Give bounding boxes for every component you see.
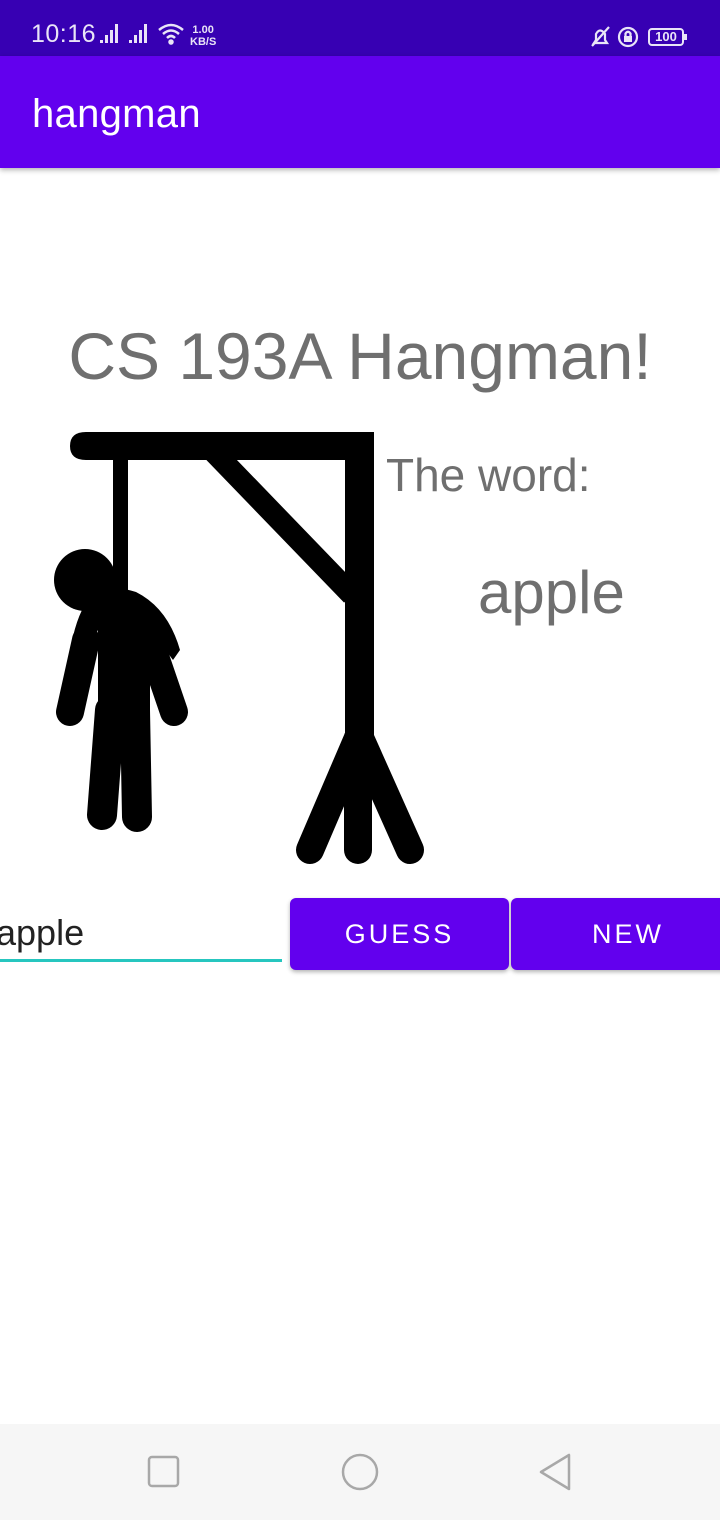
signal-icon [100,24,118,43]
home-icon[interactable] [340,1452,380,1492]
status-bar: 10:16 1.00 KB/S 100 [0,0,720,56]
back-icon[interactable] [536,1452,576,1492]
battery-icon: 100 [648,28,687,46]
navigation-bar [0,1424,720,1520]
word-label: The word: [386,449,591,501]
page-title: CS 193A Hangman! [68,319,652,393]
status-time: 10:16 [31,20,97,48]
signal-icon [129,24,147,43]
bell-muted-icon [591,26,610,47]
recents-icon[interactable] [144,1452,184,1492]
network-speed-unit: KB/S [190,36,217,48]
wifi-icon [158,23,184,45]
new-button[interactable]: NEW [511,898,720,970]
signal-icons [100,22,186,51]
hangman-image [40,420,440,875]
guess-button[interactable]: GUESS [290,898,509,970]
status-icons-right [590,25,642,56]
lock-rotation-icon [617,26,639,48]
word-display: apple [478,559,625,626]
app-bar: hangman [0,56,720,168]
app-title: hangman [32,92,201,136]
gallows-with-figure-icon [54,432,424,864]
guess-input[interactable] [0,906,282,962]
network-speed-value: 1.00 [192,24,214,36]
network-speed: 1.00 KB/S [190,24,216,48]
